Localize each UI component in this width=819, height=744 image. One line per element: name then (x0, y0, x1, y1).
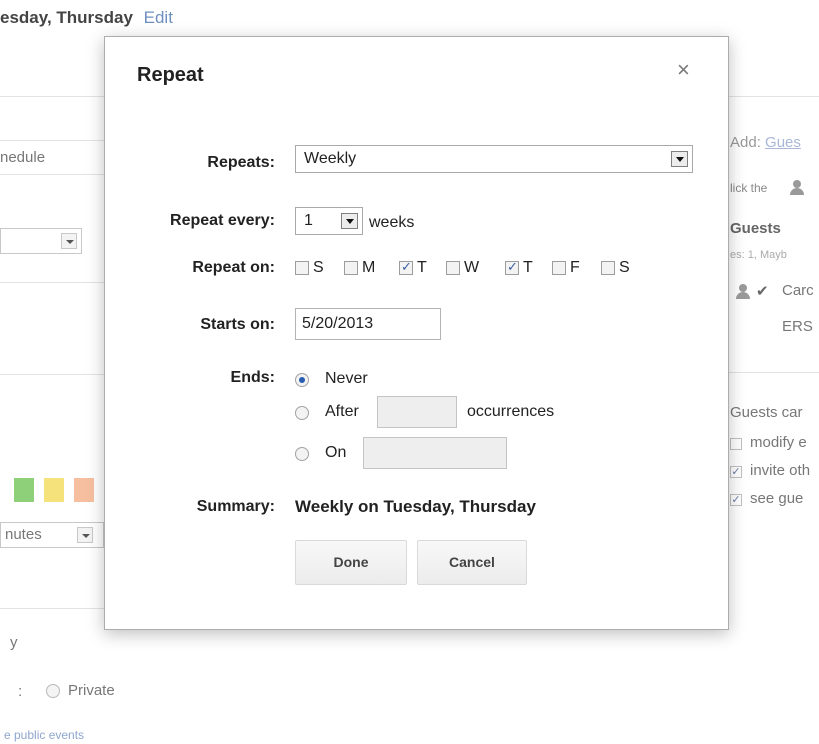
private-label: Private (68, 682, 115, 699)
perm-modify-label: modify e (750, 434, 807, 451)
recurrence-text: esday, Thursday (0, 8, 133, 27)
reminder-unit-value: nutes (5, 526, 42, 543)
starts-on-input[interactable]: 5/20/2013 (295, 308, 441, 340)
guests-link[interactable]: Gues (765, 134, 801, 151)
ends-on-label: On (325, 444, 347, 461)
day-sunday[interactable]: S (295, 259, 324, 277)
divider (0, 282, 104, 283)
chevron-down-icon (77, 527, 93, 543)
occurrences-input[interactable] (377, 396, 457, 428)
dialog-title: Repeat (137, 64, 204, 86)
perm-see-label: see gue (750, 490, 804, 507)
person-icon (790, 180, 804, 195)
visibility-label: y (10, 634, 18, 651)
rsvp-counts: es: 1, Mayb (730, 249, 787, 261)
ends-label: Ends: (230, 369, 275, 386)
day-label: T (523, 259, 533, 276)
color-swatch-yellow[interactable] (44, 478, 64, 502)
day-monday[interactable]: M (344, 259, 375, 277)
ends-never-label: Never (325, 370, 368, 387)
repeat-every-unit: weeks (369, 214, 415, 231)
repeats-value: Weekly (304, 150, 357, 167)
private-radio[interactable] (46, 684, 60, 698)
starts-on-label: Starts on: (200, 316, 275, 333)
ends-never-radio[interactable] (295, 373, 309, 387)
reminder-unit-select[interactable]: nutes (0, 522, 104, 548)
day-checkbox[interactable] (601, 261, 615, 275)
day-checkbox[interactable] (295, 261, 309, 275)
summary-label: Summary: (196, 498, 275, 515)
day-saturday[interactable]: S (601, 259, 630, 277)
divider (0, 374, 104, 375)
ends-after-label: After (325, 403, 359, 420)
background-select[interactable] (0, 228, 82, 254)
repeats-select[interactable]: Weekly (295, 145, 693, 173)
occurrences-label: occurrences (467, 403, 555, 420)
day-label: W (464, 259, 480, 276)
repeat-every-value: 1 (304, 212, 313, 229)
event-recurrence-header: esday, Thursday Edit (0, 8, 173, 28)
ends-after-radio[interactable] (295, 406, 309, 420)
cancel-button[interactable]: Cancel (417, 540, 527, 585)
day-label: M (362, 259, 376, 276)
day-checkbox-checked[interactable] (399, 259, 413, 275)
guest-sub: ERS (782, 318, 813, 335)
repeats-label: Repeats: (207, 154, 275, 171)
day-checkbox-checked[interactable] (505, 259, 519, 275)
divider (728, 372, 819, 373)
rsvp-check-icon: ✔ (756, 283, 769, 300)
day-label: S (313, 259, 324, 276)
day-label: T (417, 259, 427, 276)
day-thursday[interactable]: T (505, 259, 533, 277)
edit-recurrence-link[interactable]: Edit (144, 8, 173, 27)
guests-heading: Guests (730, 220, 781, 237)
divider (0, 174, 104, 175)
chevron-down-icon (671, 151, 688, 167)
day-label: S (619, 259, 630, 276)
schedule-tab[interactable]: nedule (0, 149, 45, 166)
repeat-every-label: Repeat every: (170, 212, 275, 229)
ends-on-radio[interactable] (295, 447, 309, 461)
chevron-down-icon (341, 213, 358, 229)
guests-can-heading: Guests car (730, 404, 803, 421)
day-label: F (570, 259, 580, 276)
perm-invite-label: invite oth (750, 462, 811, 479)
close-icon[interactable]: × (677, 57, 690, 83)
summary-value: Weekly on Tuesday, Thursday (295, 497, 536, 516)
guest-name: Carc (782, 282, 814, 299)
repeat-dialog: Repeat × Repeats: Weekly Repeat every: 1… (104, 36, 729, 630)
day-checkbox[interactable] (446, 261, 460, 275)
divider (0, 140, 104, 141)
perm-see-checkbox[interactable]: ✓ (730, 494, 742, 506)
perm-modify-checkbox[interactable] (730, 438, 742, 450)
day-checkbox[interactable] (552, 261, 566, 275)
done-button[interactable]: Done (295, 540, 407, 585)
color-swatch-green[interactable] (14, 478, 34, 502)
add-guests-row: Add: Gues (730, 134, 801, 151)
divider (0, 608, 104, 609)
color-swatch-orange[interactable] (74, 478, 94, 502)
visibility-colon: : (18, 683, 23, 700)
click-hint: lick the (730, 181, 768, 195)
chevron-down-icon (61, 233, 77, 249)
public-events-link[interactable]: e public events (4, 728, 84, 742)
add-label: Add: (730, 134, 761, 151)
repeat-on-label: Repeat on: (192, 259, 275, 276)
day-friday[interactable]: F (552, 259, 580, 277)
repeat-every-select[interactable]: 1 (295, 207, 363, 235)
day-tuesday[interactable]: T (399, 259, 427, 277)
perm-invite-checkbox[interactable]: ✓ (730, 466, 742, 478)
person-icon (736, 284, 750, 299)
day-wednesday[interactable]: W (446, 259, 479, 277)
ends-on-date-input[interactable] (363, 437, 507, 469)
day-checkbox[interactable] (344, 261, 358, 275)
